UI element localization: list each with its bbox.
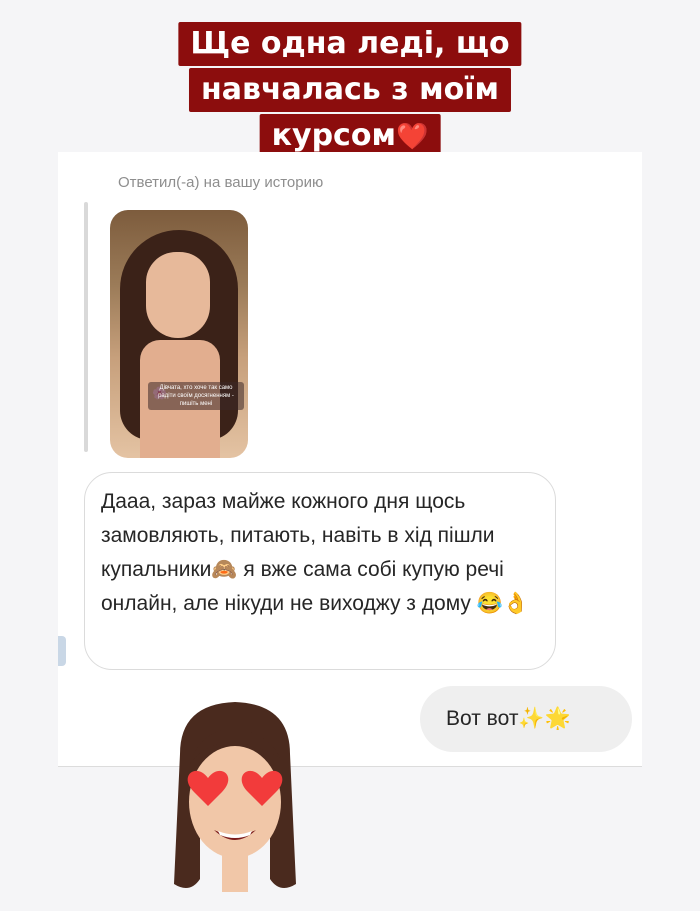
banner-line-3-text: курсом (271, 118, 396, 153)
story-face (146, 252, 210, 338)
sender-avatar[interactable] (58, 636, 66, 666)
outgoing-message-bubble[interactable]: Вот вот✨🌟 (420, 686, 632, 752)
memoji-heart-eyes-sticker (174, 702, 296, 892)
incoming-message-bubble[interactable]: Дааа, зараз майже кожного дня щось замов… (84, 472, 556, 670)
banner-line-1: Ще одна леді, що (178, 22, 522, 66)
quote-bar (84, 202, 88, 452)
banner-line-2: навчалась з моїм (188, 68, 512, 112)
heart-icon: ❤️ (395, 122, 429, 152)
story-caption: Дівчата, хто хоче так само радіти своїм … (148, 382, 244, 410)
story-thumbnail[interactable]: 🌸 Дівчата, хто хоче так само радіти свої… (110, 210, 248, 458)
replied-to-story-label: Ответил(-а) на вашу историю (118, 174, 324, 191)
